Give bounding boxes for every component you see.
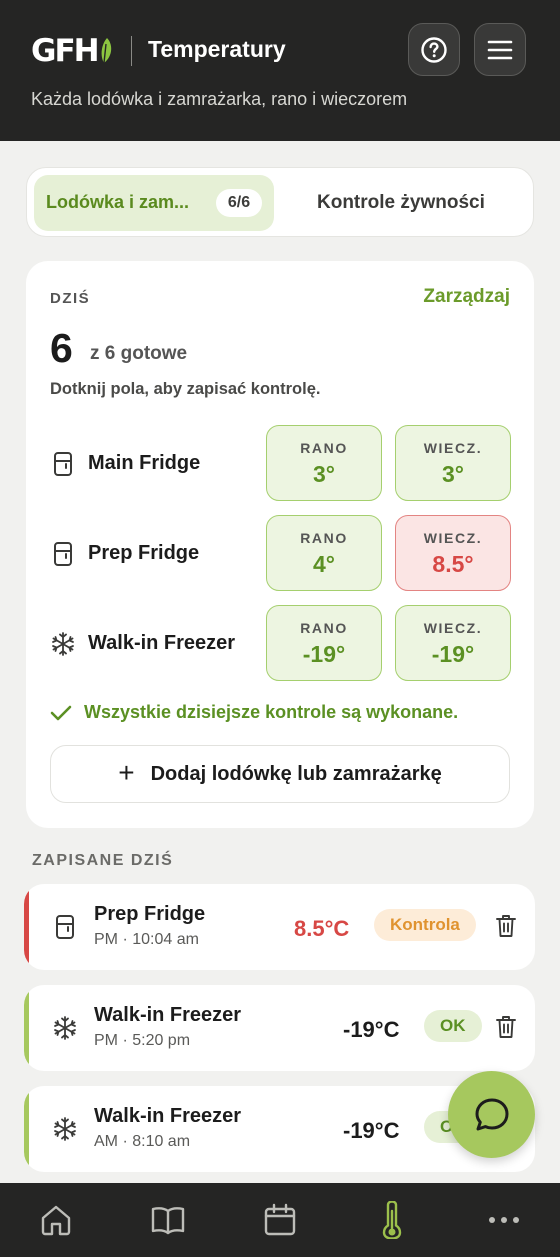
page-subtitle: Każda lodówka i zamrażarka, rano i wiecz…	[31, 89, 408, 109]
gfh-logo: GFH	[31, 33, 114, 69]
log-entry[interactable]: Prep Fridge PM · 10:04 am 8.5°C Kontrola	[24, 884, 535, 970]
log-temperature: 8.5°C	[294, 916, 350, 941]
slot-value: 3°	[313, 461, 335, 487]
hamburger-menu-icon	[487, 40, 513, 59]
log-time: PM · 10:04 am	[94, 931, 199, 948]
slot-value: -19°	[302, 641, 346, 667]
log-unit-name: Walk-in Freezer	[94, 1105, 242, 1127]
log-time: PM · 5:20 pm	[94, 1032, 191, 1049]
trash-icon[interactable]	[494, 913, 518, 939]
chat-button[interactable]	[448, 1071, 535, 1158]
add-unit-button[interactable]: + Dodaj lodówkę lub zamrażarkę	[50, 745, 510, 803]
home-icon	[41, 1205, 71, 1236]
saved-today-label: ZAPISANE DZIŚ	[32, 852, 174, 869]
help-button[interactable]	[408, 23, 460, 76]
leaf-icon	[101, 38, 111, 64]
unit-name: Walk-in Freezer	[88, 632, 236, 654]
nav-book[interactable]	[150, 1202, 186, 1238]
evening-check-slot[interactable]: WIECZ. 3°	[395, 425, 511, 501]
status-bar-ok	[24, 985, 29, 1071]
tab-fridges-badge: 6/6	[216, 189, 262, 217]
plus-icon: +	[118, 756, 135, 788]
add-unit-label: Dodaj lodówkę lub zamrażarkę	[150, 762, 442, 785]
today-card: DZIŚ Zarządzaj 6 z 6 gotowe Dotknij pola…	[26, 261, 534, 828]
slot-label: WIECZ.	[423, 440, 483, 456]
help-circle-icon	[421, 36, 447, 63]
unit-row-walk-in-freezer: Walk-in Freezer RANO -19° WIECZ. -19°	[50, 605, 511, 681]
logo-text: GFH	[31, 32, 100, 69]
unit-name: Prep Fridge	[88, 542, 200, 564]
log-unit-name: Walk-in Freezer	[94, 1004, 242, 1026]
unit-name: Main Fridge	[88, 452, 201, 474]
fridge-icon	[54, 542, 72, 566]
tab-bar: Lodówka i zam... 6/6 Kontrole żywności	[26, 167, 534, 237]
logo-divider	[131, 36, 132, 66]
thermometer-icon	[382, 1201, 402, 1239]
morning-check-slot[interactable]: RANO 4°	[266, 515, 382, 591]
more-dots-icon	[489, 1217, 519, 1223]
slot-value: 3°	[442, 461, 464, 487]
today-label: DZIŚ	[50, 290, 91, 307]
unit-row-main-fridge: Main Fridge RANO 3° WIECZ. 3°	[50, 425, 511, 501]
bottom-navigation	[0, 1183, 560, 1257]
checkmark-icon	[50, 705, 72, 720]
slot-label: RANO	[300, 620, 348, 636]
manage-link[interactable]: Zarządzaj	[423, 286, 510, 308]
log-time: AM · 8:10 am	[94, 1133, 191, 1150]
status-bar-ok	[24, 1086, 29, 1172]
all-done-text: Wszystkie dzisiejsze kontrole są wykonan…	[84, 702, 459, 722]
slot-value: -19°	[431, 641, 475, 667]
book-icon	[151, 1207, 185, 1235]
morning-check-slot[interactable]: RANO 3°	[266, 425, 382, 501]
menu-button[interactable]	[474, 23, 526, 76]
evening-check-slot[interactable]: WIECZ. -19°	[395, 605, 511, 681]
nav-calendar[interactable]	[262, 1202, 298, 1238]
slot-value: 4°	[313, 551, 335, 577]
fridge-icon	[54, 452, 72, 476]
status-badge: OK	[424, 1010, 482, 1042]
snowflake-icon	[54, 1016, 76, 1040]
snowflake-icon	[52, 632, 74, 656]
slot-label: WIECZ.	[423, 620, 483, 636]
page-title: Temperatury	[148, 36, 286, 62]
tap-hint: Dotknij pola, aby zapisać kontrolę.	[50, 380, 321, 398]
nav-more[interactable]	[486, 1202, 522, 1238]
morning-check-slot[interactable]: RANO -19°	[266, 605, 382, 681]
log-entry[interactable]: Walk-in Freezer PM · 5:20 pm -19°C OK	[24, 985, 535, 1071]
log-temperature: -19°C	[343, 1017, 400, 1042]
tab-food-checks[interactable]: Kontrole żywności	[317, 192, 485, 214]
app-header: GFH Temperatury Każda lodówka i zamrażar…	[0, 0, 560, 141]
slot-label: RANO	[300, 530, 348, 546]
tab-fridges[interactable]: Lodówka i zam... 6/6	[34, 175, 274, 231]
done-count: 6	[50, 325, 73, 371]
all-done-message: Wszystkie dzisiejsze kontrole są wykonan…	[50, 702, 458, 723]
status-badge: Kontrola	[374, 909, 476, 941]
log-temperature: -19°C	[343, 1118, 400, 1143]
evening-check-slot-alert[interactable]: WIECZ. 8.5°	[395, 515, 511, 591]
snowflake-icon	[54, 1117, 76, 1141]
calendar-icon	[264, 1203, 296, 1236]
nav-home[interactable]	[38, 1202, 74, 1238]
status-bar-alert	[24, 884, 29, 970]
slot-value: 8.5°	[432, 551, 474, 577]
nav-temperatures[interactable]	[374, 1201, 410, 1239]
log-unit-name: Prep Fridge	[94, 903, 206, 925]
unit-row-prep-fridge: Prep Fridge RANO 4° WIECZ. 8.5°	[50, 515, 511, 591]
fridge-icon	[56, 915, 74, 939]
trash-icon[interactable]	[494, 1014, 518, 1040]
slot-label: RANO	[300, 440, 348, 456]
tab-fridges-label: Lodówka i zam...	[46, 192, 190, 212]
chat-bubble-icon	[475, 1098, 508, 1130]
done-count-total: z 6 gotowe	[90, 343, 188, 364]
slot-label: WIECZ.	[423, 530, 483, 546]
